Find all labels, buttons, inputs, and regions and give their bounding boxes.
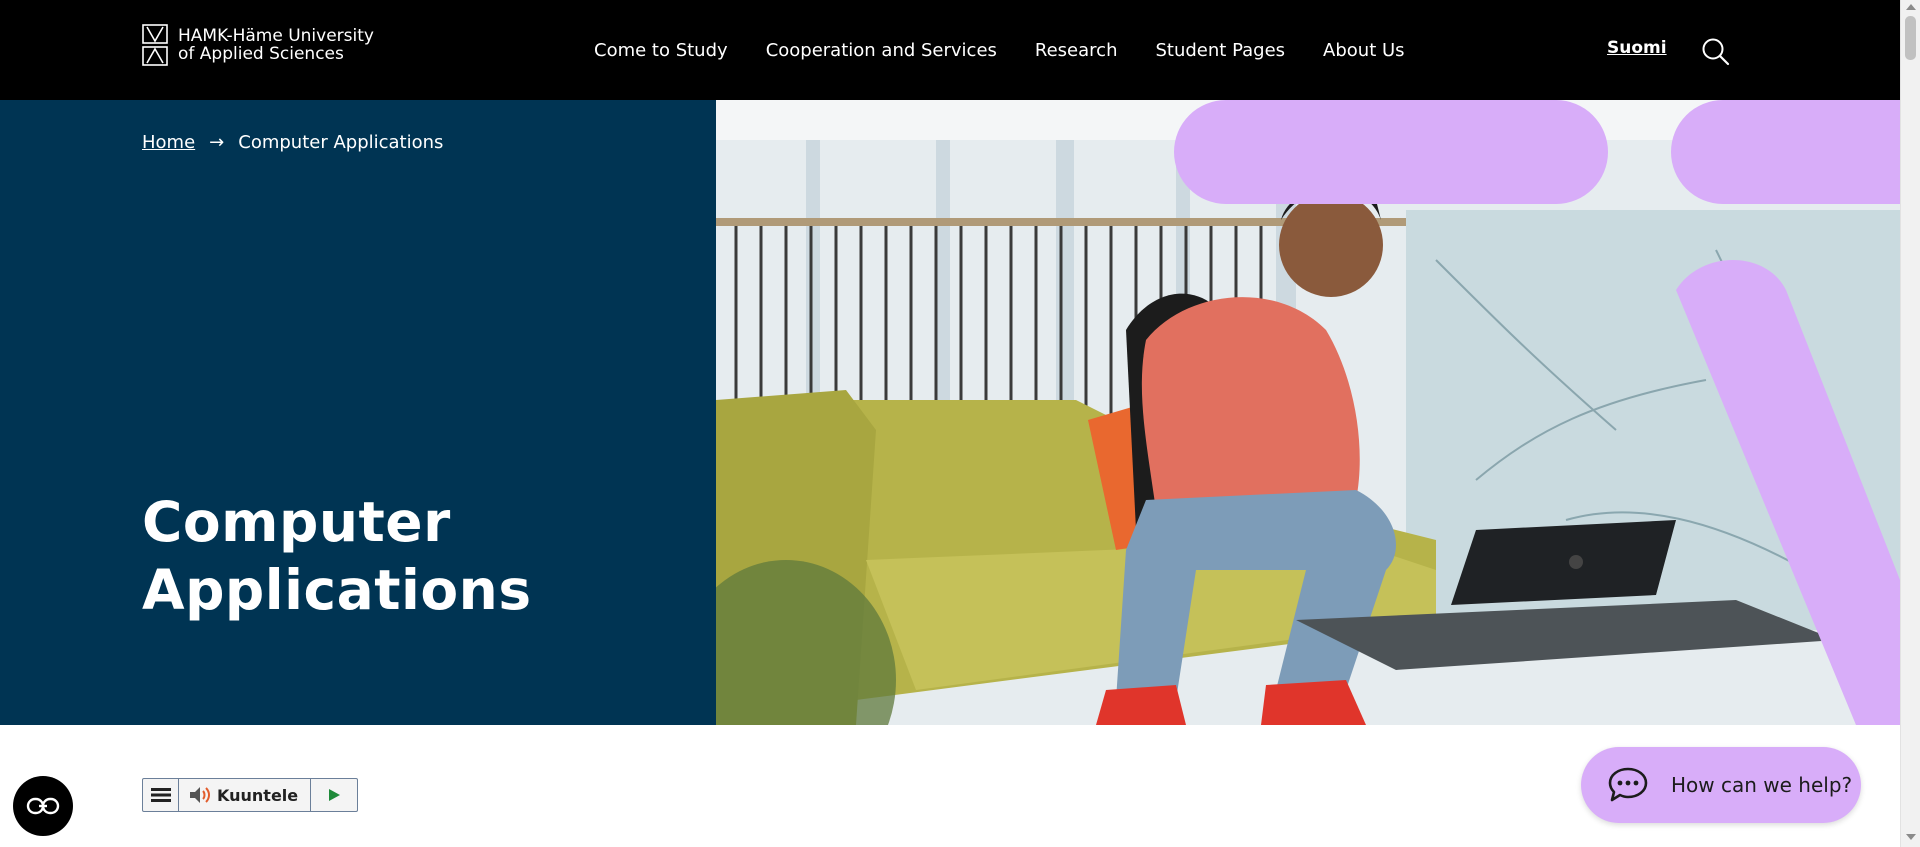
nav-research[interactable]: Research (1035, 40, 1118, 61)
hero-image (716, 100, 1900, 725)
chat-help-button[interactable]: How can we help? (1581, 747, 1861, 823)
page-title: Computer Applications (142, 488, 662, 624)
logo-line-1: HAMK-Häme University (178, 26, 374, 46)
listen-label: Kuuntele (217, 785, 299, 805)
nav-cooperation-and-services[interactable]: Cooperation and Services (766, 40, 997, 61)
page-title-line-2: Applications (142, 558, 532, 622)
scroll-down-arrow-icon[interactable] (1906, 834, 1916, 840)
chat-bubble-icon (1608, 767, 1648, 802)
hero-photo-illustration (716, 100, 1900, 725)
page-title-line-1: Computer (142, 490, 451, 554)
speaker-icon (190, 787, 210, 803)
breadcrumb-home-link[interactable]: Home (142, 132, 195, 153)
play-icon (329, 789, 341, 801)
hamk-logo[interactable]: HAMK-Häme University of Applied Sciences (142, 24, 374, 66)
readspeaker-player: Kuuntele (142, 778, 359, 812)
play-button[interactable] (311, 779, 357, 811)
breadcrumb: Home → Computer Applications (142, 132, 443, 153)
readspeaker-menu-button[interactable] (143, 779, 179, 811)
nav-student-pages[interactable]: Student Pages (1155, 40, 1285, 61)
page-scrollbar[interactable] (1900, 0, 1920, 847)
accessibility-icon (26, 797, 60, 815)
logo-text: HAMK-Häme University of Applied Sciences (178, 27, 374, 63)
listen-button[interactable]: Kuuntele (179, 779, 312, 811)
nav-come-to-study[interactable]: Come to Study (594, 40, 728, 61)
main-nav: Come to Study Cooperation and Services R… (594, 0, 1443, 100)
hamk-logo-icon (142, 24, 168, 66)
search-icon[interactable] (1700, 36, 1730, 66)
logo-line-2: of Applied Sciences (178, 44, 344, 64)
arrow-right-icon: → (209, 132, 225, 153)
breadcrumb-current: Computer Applications (238, 132, 444, 153)
scrollbar-thumb[interactable] (1905, 16, 1916, 60)
accessibility-button[interactable] (13, 776, 73, 836)
scroll-up-arrow-icon[interactable] (1906, 4, 1916, 10)
site-header: HAMK-Häme University of Applied Sciences… (0, 0, 1900, 100)
chat-help-label: How can we help? (1671, 773, 1853, 797)
menu-icon (150, 788, 171, 802)
hero-text-panel (0, 100, 716, 725)
language-switch-link[interactable]: Suomi (1607, 38, 1667, 58)
nav-about-us[interactable]: About Us (1323, 40, 1405, 61)
